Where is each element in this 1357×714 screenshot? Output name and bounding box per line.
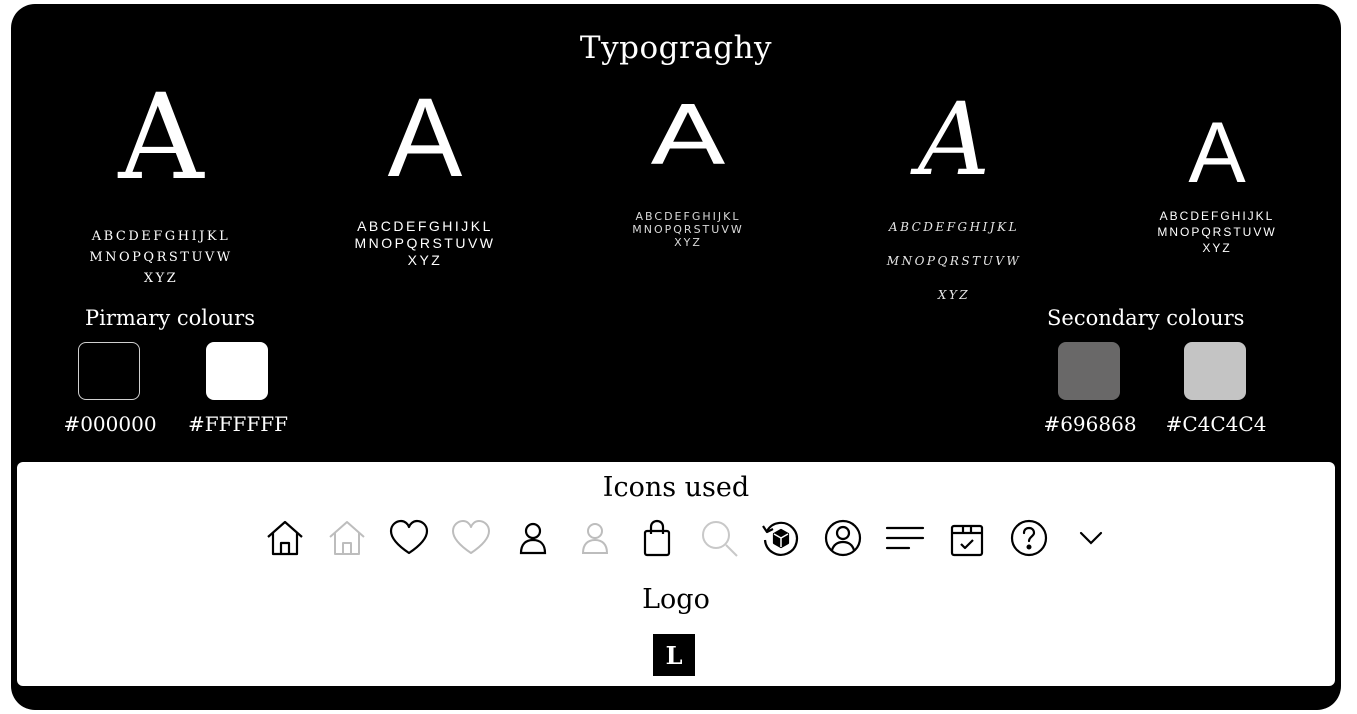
return-box-icon (759, 516, 803, 560)
delivery-box-icon (945, 516, 989, 560)
account-circle-icon (821, 516, 865, 560)
specimen-alphabet: ABCDEFGHIJKL MNOPQRSTUVW XYZ (61, 226, 261, 289)
secondary-colours-label: Secondary colours (1047, 306, 1245, 330)
home-outline-light-icon (325, 516, 369, 560)
colour-swatch-light-gray (1184, 342, 1246, 400)
alphabet-line: MNOPQRSTUVW (89, 250, 233, 265)
alphabet-line: ABCDEFGHIJKL (888, 220, 1020, 234)
alphabet-line: MNOPQRSTUVW (354, 235, 496, 251)
primary-colours-label: Pirmary colours (85, 306, 255, 330)
specimen-alphabet: ABCDEFGHIJKL MNOPQRSTUVW XYZ (325, 218, 525, 269)
chevron-down-icon (1069, 516, 1113, 560)
help-circle-icon (1007, 516, 1051, 560)
alphabet-line: XYZ (1202, 241, 1232, 255)
icons-row (247, 516, 1107, 560)
specimen-alphabet: ABCDEFGHIJKL MNOPQRSTUVW XYZ (588, 210, 788, 249)
specimen-letter: A (387, 75, 463, 200)
alphabet-line: ABCDEFGHIJKL (1159, 209, 1275, 223)
search-light-icon (697, 516, 741, 560)
shopping-bag-icon (635, 516, 679, 560)
type-specimen-italic: A ABCDEFGHIJKL MNOPQRSTUVW XYZ (854, 90, 1054, 312)
specimen-letter: A (1188, 105, 1246, 201)
colour-swatch-white (206, 342, 268, 400)
alphabet-line: XYZ (674, 236, 702, 249)
type-specimen-serif: A ABCDEFGHIJKL MNOPQRSTUVW XYZ (61, 78, 261, 289)
alphabet-line: ABCDEFGHIJKL (91, 229, 231, 244)
alphabet-line: XYZ (143, 271, 179, 286)
specimen-letter: A (917, 81, 991, 198)
type-specimen-sans: A ABCDEFGHIJKL MNOPQRSTUVW XYZ (325, 82, 525, 269)
colour-swatch-gray (1058, 342, 1120, 400)
specimen-letter: A (118, 68, 204, 206)
alphabet-line: ABCDEFGHIJKL (357, 218, 493, 234)
icons-logo-panel: Icons used Logo L (17, 462, 1335, 686)
alphabet-line: MNOPQRSTUVW (632, 223, 744, 236)
menu-lines-icon (883, 516, 927, 560)
hex-code: #696868 (1043, 412, 1137, 436)
icons-title: Icons used (602, 472, 750, 503)
hex-code: #000000 (63, 412, 157, 436)
specimen-letter: A (650, 89, 726, 184)
user-icon (511, 516, 555, 560)
type-specimen-wide: A ABCDEFGHIJKL MNOPQRSTUVW XYZ (588, 96, 788, 250)
heart-icon (387, 516, 431, 560)
typography-title: Typograghy (579, 30, 773, 66)
type-specimen-sans-small: A ABCDEFGHIJKL MNOPQRSTUVW XYZ (1117, 110, 1317, 256)
style-guide-card: Typograghy A ABCDEFGHIJKL MNOPQRSTUVW XY… (11, 4, 1341, 710)
alphabet-line: ABCDEFGHIJKL (635, 210, 741, 223)
hex-code: #C4C4C4 (1165, 412, 1267, 436)
specimen-alphabet: ABCDEFGHIJKL MNOPQRSTUVW XYZ (854, 210, 1054, 312)
alphabet-line: XYZ (407, 252, 443, 268)
alphabet-line: MNOPQRSTUVW (1157, 225, 1277, 239)
brand-logo: L (653, 634, 695, 676)
user-light-icon (573, 516, 617, 560)
alphabet-line: XYZ (937, 288, 971, 302)
alphabet-line: MNOPQRSTUVW (886, 254, 1022, 268)
heart-light-icon (449, 516, 493, 560)
logo-title: Logo (642, 584, 710, 615)
specimen-alphabet: ABCDEFGHIJKL MNOPQRSTUVW XYZ (1117, 208, 1317, 256)
home-icon (263, 516, 307, 560)
colour-swatch-black (78, 342, 140, 400)
hex-code: #FFFFFF (187, 412, 289, 436)
